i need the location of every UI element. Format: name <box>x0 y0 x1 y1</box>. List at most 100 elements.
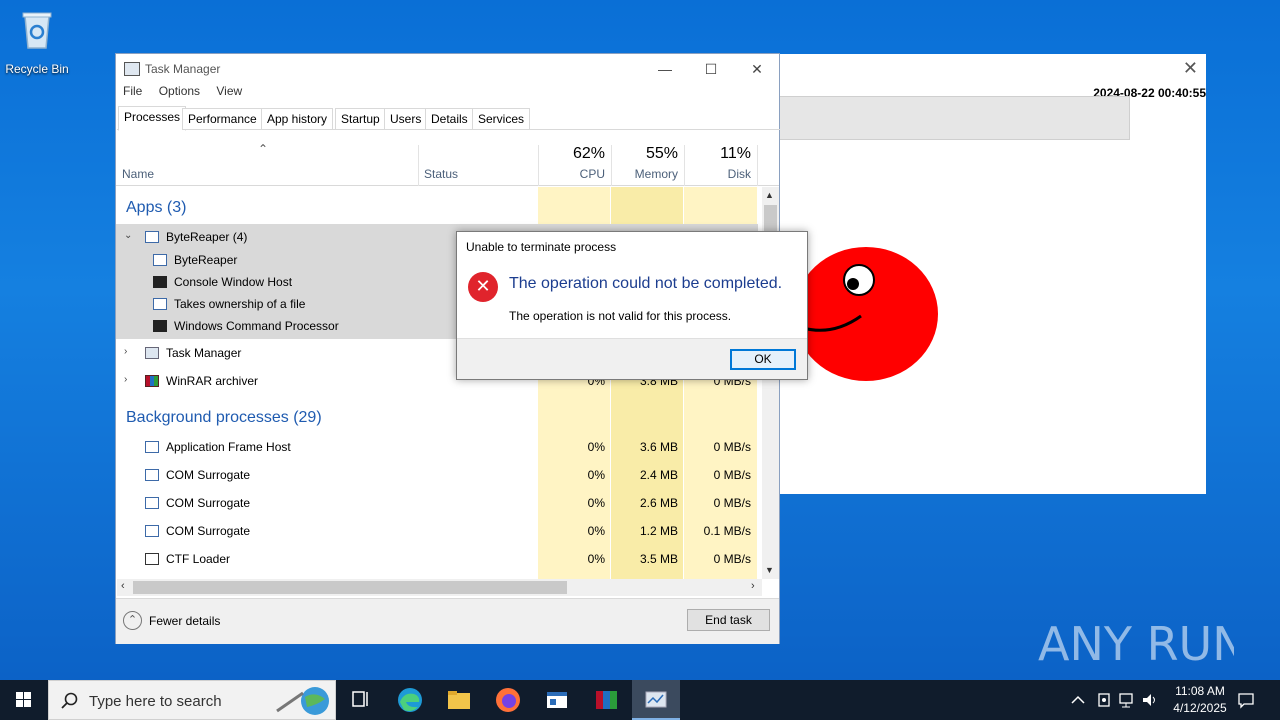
column-cpu[interactable]: CPU <box>545 167 605 181</box>
memory-value: 1.2 MB <box>639 524 678 538</box>
chevron-down-icon[interactable]: ⌄ <box>124 230 132 241</box>
search-highlight-graphic <box>276 687 329 715</box>
task-view-icon[interactable] <box>336 680 384 720</box>
dialog-heading: The operation could not be completed. <box>509 275 783 292</box>
disk-value: 0 MB/s <box>713 496 751 510</box>
usb-device-icon[interactable] <box>1094 690 1114 720</box>
tab-details[interactable]: Details <box>425 108 474 130</box>
close-button[interactable]: ✕ <box>734 57 780 81</box>
error-dialog: Unable to terminate process ✕ The operat… <box>456 231 808 380</box>
firefox-icon[interactable] <box>484 680 532 720</box>
app-window-icon <box>145 525 159 537</box>
menu-file[interactable]: File <box>123 84 142 98</box>
tab-startup[interactable]: Startup <box>335 108 386 130</box>
fewer-details-link[interactable]: Fewer details <box>149 614 220 628</box>
tab-processes[interactable]: Processes <box>118 106 187 131</box>
app-window-icon <box>145 469 159 481</box>
scroll-left-icon[interactable]: ‹ <box>121 580 125 592</box>
sort-chevron-icon[interactable]: ⌃ <box>258 142 268 156</box>
title-bar[interactable]: Task Manager — ☐ ✕ <box>116 54 779 84</box>
dialog-title: Unable to terminate process <box>466 240 617 254</box>
app-window-taskbar-icon[interactable] <box>533 680 581 720</box>
process-row[interactable]: COM Surrogate 0% 2.6 MB 0 MB/s <box>116 490 758 518</box>
end-task-button[interactable]: End task <box>687 609 770 631</box>
close-icon[interactable]: ✕ <box>1183 58 1198 79</box>
tab-services[interactable]: Services <box>472 108 531 130</box>
memory-value: 3.6 MB <box>639 440 678 454</box>
maximize-button[interactable]: ☐ <box>688 57 734 81</box>
column-name[interactable]: Name <box>122 167 154 181</box>
search-placeholder: Type here to search <box>89 693 222 710</box>
disk-value: 0 MB/s <box>713 552 751 566</box>
tab-app-history[interactable]: App history <box>261 108 334 130</box>
chevron-right-icon[interactable]: › <box>124 374 127 385</box>
minimize-button[interactable]: — <box>642 57 688 81</box>
process-row[interactable]: COM Surrogate 0% 1.2 MB 0.1 MB/s <box>116 518 758 546</box>
scroll-up-icon[interactable]: ▲ <box>765 190 774 200</box>
taskbar-clock[interactable]: 11:08 AM 4/12/2025 <box>1160 683 1240 717</box>
app-window-icon <box>153 298 167 310</box>
clock-time: 11:08 AM <box>1175 684 1225 698</box>
memory-value: 3.5 MB <box>639 552 678 566</box>
dialog-button-bar: OK <box>457 338 807 379</box>
process-name: Console Window Host <box>174 275 293 289</box>
chevron-up-icon[interactable]: ⌃ <box>123 611 142 630</box>
column-status[interactable]: Status <box>424 167 458 181</box>
group-background-heading[interactable]: Background processes (29) <box>126 409 322 427</box>
file-explorer-icon[interactable] <box>435 680 483 720</box>
disk-percent[interactable]: 11% <box>691 145 751 163</box>
memory-percent[interactable]: 55% <box>618 145 678 163</box>
task-manager-taskbar-icon[interactable] <box>632 680 680 720</box>
memory-value: 2.6 MB <box>639 496 678 510</box>
volume-icon[interactable] <box>1140 690 1160 720</box>
tab-bar: Processes Performance App history Startu… <box>117 106 780 131</box>
recycle-bin-graphic <box>21 10 53 50</box>
horizontal-scrollbar[interactable]: ‹ › <box>117 579 762 596</box>
chevron-up-icon[interactable] <box>1068 690 1088 720</box>
network-icon[interactable] <box>1117 690 1137 720</box>
cpu-value: 0% <box>587 552 605 566</box>
chevron-right-icon[interactable]: › <box>124 346 127 357</box>
process-name: CTF Loader <box>166 552 231 566</box>
disk-value: 0 MB/s <box>713 440 751 454</box>
process-row[interactable]: COM Surrogate 0% 2.4 MB 0 MB/s <box>116 462 758 490</box>
ok-button[interactable]: OK <box>730 349 796 370</box>
edge-browser-icon[interactable] <box>386 680 434 720</box>
group-apps-heading[interactable]: Apps (3) <box>126 199 186 217</box>
column-header: ⌃ Name Status 62% CPU 55% Memory 11% Dis… <box>116 142 779 186</box>
process-row[interactable]: CTF Loader 0% 3.5 MB 0 MB/s <box>116 546 758 574</box>
scroll-right-icon[interactable]: › <box>751 580 755 592</box>
task-manager-icon <box>124 62 140 76</box>
memory-value: 2.4 MB <box>639 468 678 482</box>
window-title: Task Manager <box>145 62 221 76</box>
tab-performance[interactable]: Performance <box>182 108 263 130</box>
recycle-bin-icon[interactable]: Recycle Bin <box>2 6 72 76</box>
menu-options[interactable]: Options <box>159 84 200 98</box>
background-window-bar <box>780 96 1130 140</box>
process-name: ByteReaper <box>174 253 238 267</box>
process-row[interactable]: Application Frame Host 0% 3.6 MB 0 MB/s <box>116 434 758 462</box>
cpu-value: 0% <box>587 496 605 510</box>
process-name: COM Surrogate <box>166 524 251 538</box>
process-name: Application Frame Host <box>166 440 291 454</box>
clock-date: 4/12/2025 <box>1173 701 1227 715</box>
menu-bar: File Options View <box>116 84 248 104</box>
menu-view[interactable]: View <box>216 84 242 98</box>
cpu-value: 0% <box>587 468 605 482</box>
scroll-down-icon[interactable]: ▼ <box>765 565 774 575</box>
recycle-bin-label: Recycle Bin <box>5 62 69 76</box>
scroll-thumb[interactable] <box>133 581 567 594</box>
process-name: WinRAR archiver <box>166 374 259 388</box>
notification-icon[interactable] <box>1236 690 1256 720</box>
winrar-taskbar-icon[interactable] <box>583 680 631 720</box>
tab-users[interactable]: Users <box>384 108 428 130</box>
cpu-value: 0% <box>587 524 605 538</box>
anyrun-watermark: ANY RUN <box>1038 608 1247 674</box>
taskbar-search-box[interactable]: Type here to search <box>48 680 336 720</box>
windows-start-icon[interactable] <box>0 680 48 720</box>
search-icon <box>61 692 78 709</box>
cpu-percent[interactable]: 62% <box>545 145 605 163</box>
app-window-icon <box>153 254 167 266</box>
column-memory[interactable]: Memory <box>618 167 678 181</box>
column-disk[interactable]: Disk <box>691 167 751 181</box>
